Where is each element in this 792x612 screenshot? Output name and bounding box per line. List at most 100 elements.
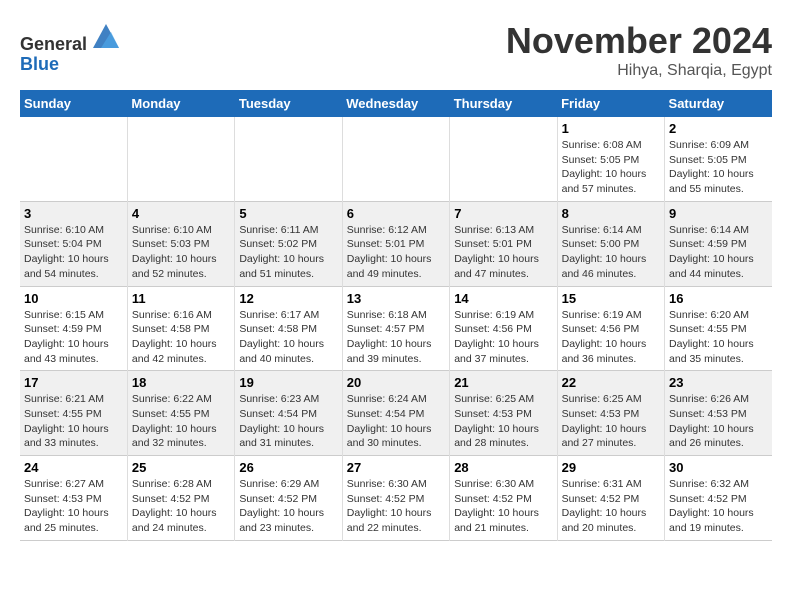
week-row-4: 17 Sunrise: 6:21 AM Sunset: 4:55 PM Dayli…	[20, 371, 772, 456]
day-cell: 8Sunrise: 6:14 AM Sunset: 5:00 PM Daylig…	[557, 201, 664, 286]
day-cell	[127, 117, 234, 201]
day-cell	[20, 117, 127, 201]
day-cell: 21 Sunrise: 6:25 AM Sunset: 4:53 PM Dayli…	[450, 371, 557, 456]
day-number: 15	[562, 291, 660, 306]
day-number: 12	[239, 291, 337, 306]
day-number: 18	[132, 375, 230, 390]
day-cell: 1 Sunrise: 6:08 AM Sunset: 5:05 PM Daylig…	[557, 117, 664, 201]
day-cell: 26 Sunrise: 6:29 AM Sunset: 4:52 PM Dayli…	[235, 456, 342, 541]
day-cell: 10 Sunrise: 6:15 AM Sunset: 4:59 PM Dayli…	[20, 286, 127, 371]
day-number: 26	[239, 460, 337, 475]
day-number: 10	[24, 291, 123, 306]
day-cell: 7 Sunrise: 6:13 AM Sunset: 5:01 PM Daylig…	[450, 201, 557, 286]
day-number: 21	[454, 375, 552, 390]
day-number: 17	[24, 375, 123, 390]
weekday-header-tuesday: Tuesday	[235, 90, 342, 117]
day-info: Sunrise: 6:08 AM Sunset: 5:05 PM Dayligh…	[562, 138, 660, 197]
day-number: 25	[132, 460, 230, 475]
day-number: 30	[669, 460, 768, 475]
day-info: Sunrise: 6:20 AM Sunset: 4:55 PM Dayligh…	[669, 308, 768, 367]
day-cell: 20 Sunrise: 6:24 AM Sunset: 4:54 PM Dayli…	[342, 371, 449, 456]
logo-icon	[91, 20, 121, 50]
weekday-header-thursday: Thursday	[450, 90, 557, 117]
day-info: Sunrise: 6:30 AM Sunset: 4:52 PM Dayligh…	[347, 477, 445, 536]
day-info: Sunrise: 6:21 AM Sunset: 4:55 PM Dayligh…	[24, 392, 123, 451]
day-info: Sunrise: 6:25 AM Sunset: 4:53 PM Dayligh…	[562, 392, 660, 451]
week-row-1: 1 Sunrise: 6:08 AM Sunset: 5:05 PM Daylig…	[20, 117, 772, 201]
day-cell: 17 Sunrise: 6:21 AM Sunset: 4:55 PM Dayli…	[20, 371, 127, 456]
day-cell: 22 Sunrise: 6:25 AM Sunset: 4:53 PM Dayli…	[557, 371, 664, 456]
logo: General Blue	[20, 20, 121, 75]
day-cell: 25 Sunrise: 6:28 AM Sunset: 4:52 PM Dayli…	[127, 456, 234, 541]
week-row-5: 24Sunrise: 6:27 AM Sunset: 4:53 PM Dayli…	[20, 456, 772, 541]
title-block: November 2024 Hihya, Sharqia, Egypt	[506, 20, 772, 80]
day-number: 5	[239, 206, 337, 221]
day-info: Sunrise: 6:19 AM Sunset: 4:56 PM Dayligh…	[562, 308, 660, 367]
day-cell: 9 Sunrise: 6:14 AM Sunset: 4:59 PM Daylig…	[665, 201, 772, 286]
weekday-header-saturday: Saturday	[665, 90, 772, 117]
day-info: Sunrise: 6:24 AM Sunset: 4:54 PM Dayligh…	[347, 392, 445, 451]
day-cell: 4 Sunrise: 6:10 AM Sunset: 5:03 PM Daylig…	[127, 201, 234, 286]
day-cell	[450, 117, 557, 201]
day-info: Sunrise: 6:10 AM Sunset: 5:04 PM Dayligh…	[24, 223, 123, 282]
day-number: 6	[347, 206, 445, 221]
day-cell: 19 Sunrise: 6:23 AM Sunset: 4:54 PM Dayli…	[235, 371, 342, 456]
day-number: 14	[454, 291, 552, 306]
day-cell	[235, 117, 342, 201]
day-info: Sunrise: 6:31 AM Sunset: 4:52 PM Dayligh…	[562, 477, 660, 536]
day-info: Sunrise: 6:26 AM Sunset: 4:53 PM Dayligh…	[669, 392, 768, 451]
day-info: Sunrise: 6:28 AM Sunset: 4:52 PM Dayligh…	[132, 477, 230, 536]
day-number: 8	[562, 206, 660, 221]
day-number: 29	[562, 460, 660, 475]
weekday-header-wednesday: Wednesday	[342, 90, 449, 117]
day-info: Sunrise: 6:14 AM Sunset: 4:59 PM Dayligh…	[669, 223, 768, 282]
day-number: 22	[562, 375, 660, 390]
day-cell: 2 Sunrise: 6:09 AM Sunset: 5:05 PM Daylig…	[665, 117, 772, 201]
day-info: Sunrise: 6:10 AM Sunset: 5:03 PM Dayligh…	[132, 223, 230, 282]
day-number: 3	[24, 206, 123, 221]
day-info: Sunrise: 6:15 AM Sunset: 4:59 PM Dayligh…	[24, 308, 123, 367]
logo-blue: Blue	[20, 54, 59, 74]
day-number: 13	[347, 291, 445, 306]
day-cell: 12Sunrise: 6:17 AM Sunset: 4:58 PM Dayli…	[235, 286, 342, 371]
day-number: 7	[454, 206, 552, 221]
day-info: Sunrise: 6:13 AM Sunset: 5:01 PM Dayligh…	[454, 223, 552, 282]
day-info: Sunrise: 6:19 AM Sunset: 4:56 PM Dayligh…	[454, 308, 552, 367]
day-cell: 23Sunrise: 6:26 AM Sunset: 4:53 PM Dayli…	[665, 371, 772, 456]
day-number: 2	[669, 121, 768, 136]
day-info: Sunrise: 6:09 AM Sunset: 5:05 PM Dayligh…	[669, 138, 768, 197]
day-cell: 15 Sunrise: 6:19 AM Sunset: 4:56 PM Dayli…	[557, 286, 664, 371]
weekday-header-friday: Friday	[557, 90, 664, 117]
calendar-table: SundayMondayTuesdayWednesdayThursdayFrid…	[20, 90, 772, 541]
day-cell: 24Sunrise: 6:27 AM Sunset: 4:53 PM Dayli…	[20, 456, 127, 541]
day-number: 19	[239, 375, 337, 390]
day-number: 11	[132, 291, 230, 306]
day-info: Sunrise: 6:30 AM Sunset: 4:52 PM Dayligh…	[454, 477, 552, 536]
day-number: 27	[347, 460, 445, 475]
page-header: General Blue November 2024 Hihya, Sharqi…	[20, 20, 772, 80]
day-info: Sunrise: 6:12 AM Sunset: 5:01 PM Dayligh…	[347, 223, 445, 282]
weekday-header-monday: Monday	[127, 90, 234, 117]
day-number: 1	[562, 121, 660, 136]
day-info: Sunrise: 6:18 AM Sunset: 4:57 PM Dayligh…	[347, 308, 445, 367]
day-cell: 6 Sunrise: 6:12 AM Sunset: 5:01 PM Daylig…	[342, 201, 449, 286]
day-cell: 18 Sunrise: 6:22 AM Sunset: 4:55 PM Dayli…	[127, 371, 234, 456]
day-info: Sunrise: 6:25 AM Sunset: 4:53 PM Dayligh…	[454, 392, 552, 451]
day-info: Sunrise: 6:29 AM Sunset: 4:52 PM Dayligh…	[239, 477, 337, 536]
day-cell: 13 Sunrise: 6:18 AM Sunset: 4:57 PM Dayli…	[342, 286, 449, 371]
month-title: November 2024	[506, 20, 772, 62]
day-info: Sunrise: 6:27 AM Sunset: 4:53 PM Dayligh…	[24, 477, 123, 536]
day-cell: 30Sunrise: 6:32 AM Sunset: 4:52 PM Dayli…	[665, 456, 772, 541]
day-info: Sunrise: 6:22 AM Sunset: 4:55 PM Dayligh…	[132, 392, 230, 451]
day-number: 28	[454, 460, 552, 475]
day-info: Sunrise: 6:23 AM Sunset: 4:54 PM Dayligh…	[239, 392, 337, 451]
day-info: Sunrise: 6:16 AM Sunset: 4:58 PM Dayligh…	[132, 308, 230, 367]
day-number: 16	[669, 291, 768, 306]
week-row-2: 3 Sunrise: 6:10 AM Sunset: 5:04 PM Daylig…	[20, 201, 772, 286]
day-number: 20	[347, 375, 445, 390]
day-cell: 27 Sunrise: 6:30 AM Sunset: 4:52 PM Dayli…	[342, 456, 449, 541]
location: Hihya, Sharqia, Egypt	[506, 62, 772, 80]
day-number: 4	[132, 206, 230, 221]
day-cell: 29 Sunrise: 6:31 AM Sunset: 4:52 PM Dayli…	[557, 456, 664, 541]
day-number: 9	[669, 206, 768, 221]
